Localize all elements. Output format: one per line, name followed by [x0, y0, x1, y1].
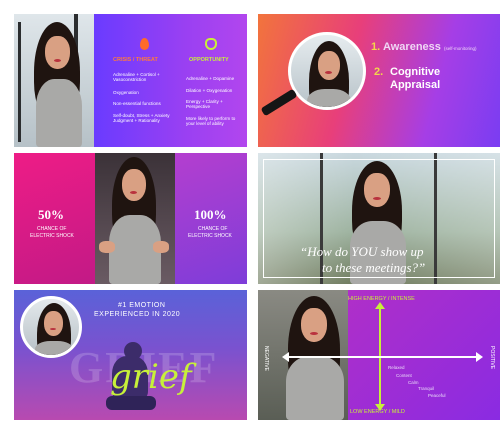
grief-script-word: grief [110, 357, 192, 397]
slide-crisis-vs-opportunity[interactable]: CRISIS / THREAT Adrenaline + Cortisol + … [14, 14, 247, 147]
magnifier-handle-icon [260, 88, 298, 117]
title-line-1: #1 EMOTION [118, 302, 166, 309]
opportunity-item-2: Dilation + Oxygenation [186, 88, 233, 93]
item-2-label-line2: Appraisal [390, 79, 441, 91]
item-1-label: Awareness [383, 41, 441, 53]
crisis-item-3: Non-essential functions [113, 101, 161, 106]
up-arrow-icon [375, 302, 385, 309]
slide-electric-shock[interactable]: 50% CHANCE OF ELECTRIC SHOCK 100% CHANCE… [14, 153, 247, 284]
item-1-note: (self-monitoring) [444, 46, 477, 51]
left-percentage: 50% [38, 207, 64, 222]
slide-emotion-quadrants[interactable]: HIGH ENERGY / INTENSE LOW ENERGY / MILD … [258, 290, 500, 420]
slide-awareness-appraisal[interactable]: 1. Awareness (self-monitoring) 2. Cognit… [258, 14, 500, 147]
quote-line-1: “How do YOU show up [300, 244, 424, 259]
left-arrow-icon [282, 352, 289, 362]
right-axis-label: POSITIVE [489, 346, 495, 370]
slide-grief[interactable]: GRIEF #1 EMOTION EXPERIENCED IN 2020 gri… [14, 290, 247, 420]
crisis-item-1: Adrenaline + Cortisol + Vasoconstriction [113, 72, 160, 83]
quadrant-word-3: Calm [408, 380, 419, 385]
lungs-icon [205, 38, 217, 50]
horizontal-axis-arrow [288, 356, 478, 358]
presenter-circle [288, 32, 366, 110]
presenter [95, 153, 175, 284]
down-arrow-icon [375, 404, 385, 411]
left-caption-1: CHANCE OF [37, 226, 67, 232]
opportunity-item-3: Energy + Clarity + Perspective [186, 99, 223, 110]
item-2-label-line1: Cognitive [390, 66, 441, 78]
opportunity-item-4: More likely to perform to your level of … [186, 116, 236, 127]
opportunity-item-1: Adrenaline + Dopamine [186, 76, 235, 81]
right-caption-2: ELECTRIC SHOCK [188, 233, 232, 239]
title-line-2: EXPERIENCED IN 2020 [94, 311, 181, 318]
crisis-heading: CRISIS / THREAT [113, 57, 158, 63]
slide-grid: CRISIS / THREAT Adrenaline + Cortisol + … [0, 0, 504, 428]
quadrant-word-2: Content [396, 373, 412, 378]
opportunity-heading: OPPORTUNITY [189, 57, 229, 63]
crisis-item-4: Self-doubt, Stress + Anxiety Judgment + … [113, 113, 170, 124]
quadrant-word-1: Relaxed [388, 365, 405, 370]
left-axis-label: NEGATIVE [263, 346, 269, 371]
item-1-number: 1. [371, 41, 381, 53]
quadrant-word-5: Peaceful [428, 393, 446, 398]
left-caption-2: ELECTRIC SHOCK [30, 233, 74, 239]
item-2-number: 2. [374, 66, 384, 78]
right-percentage: 100% [194, 207, 227, 222]
quote-line-2: to these meetings?” [322, 260, 426, 275]
flame-icon [140, 38, 149, 50]
right-caption-1: CHANCE OF [198, 226, 228, 232]
presenter-circle [20, 296, 82, 358]
crisis-item-2: Oxygenation [113, 90, 139, 95]
slide-meeting-question[interactable]: “How do YOU show up to these meetings?” [258, 153, 500, 284]
right-arrow-icon [476, 352, 483, 362]
quadrant-word-4: Tranquil [418, 386, 435, 391]
